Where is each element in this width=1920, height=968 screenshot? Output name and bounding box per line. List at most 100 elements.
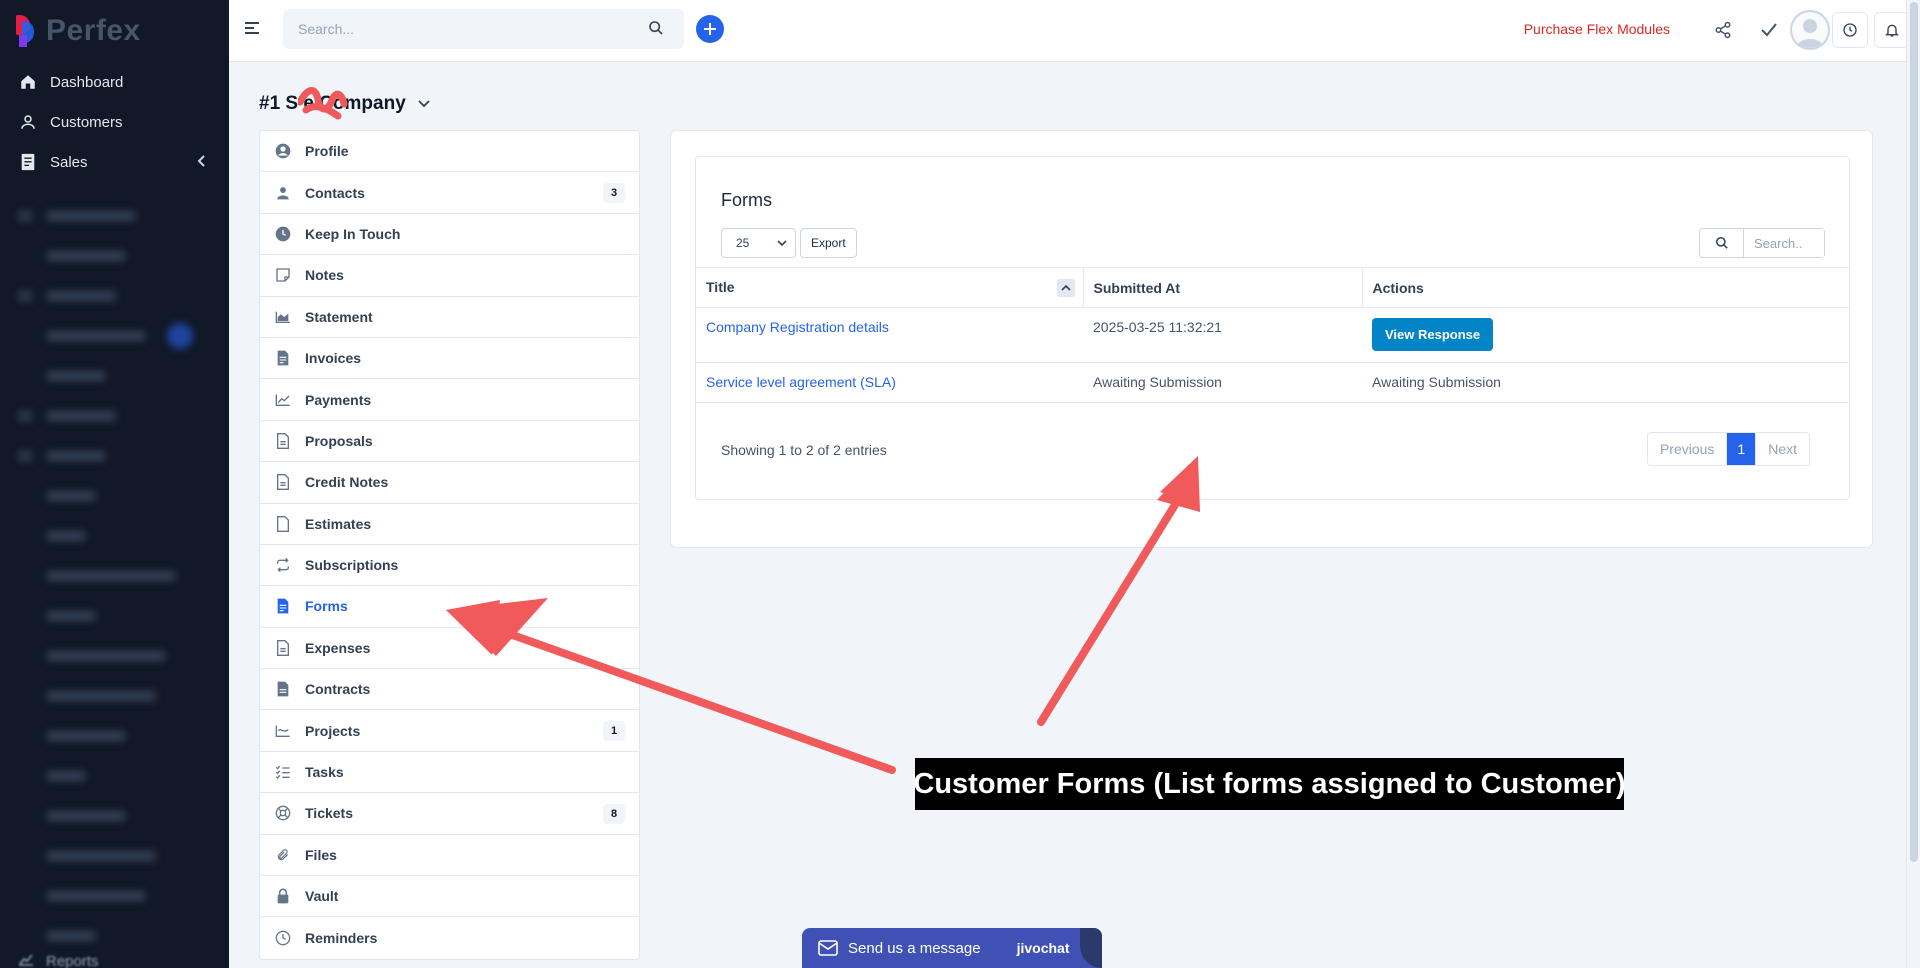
chart-icon [18, 952, 34, 968]
tab-label: Expenses [305, 640, 370, 656]
table-info: Showing 1 to 2 of 2 entries [721, 442, 887, 458]
top-bar: Purchase Flex Modules [229, 0, 1906, 62]
menu-toggle-icon[interactable] [245, 22, 259, 36]
tab-projects[interactable]: Projects 1 [260, 710, 639, 751]
forms-table: Title Submitted At Actions Company Regis… [696, 267, 1849, 403]
form-title-link[interactable]: Service level agreement (SLA) [706, 374, 896, 390]
clock-icon [274, 929, 292, 947]
column-header-title[interactable]: Title [696, 268, 1083, 308]
chevron-down-icon [777, 237, 787, 249]
share-icon[interactable] [1712, 19, 1734, 41]
chat-label: Send us a message [848, 940, 981, 957]
tab-credit-notes[interactable]: Credit Notes [260, 462, 639, 503]
perfex-logo-icon [16, 15, 38, 47]
export-button[interactable]: Export [800, 228, 857, 258]
view-response-button[interactable]: View Response [1372, 318, 1493, 351]
tab-estimates[interactable]: Estimates [260, 504, 639, 545]
column-header-submitted-at[interactable]: Submitted At [1083, 268, 1362, 308]
quick-create-button[interactable] [696, 15, 724, 43]
user-icon [274, 184, 292, 202]
chart-icon [274, 722, 292, 740]
sidebar-item-dashboard[interactable]: Dashboard [0, 62, 229, 102]
global-search [283, 9, 684, 49]
previous-page-button[interactable]: Previous [1648, 433, 1727, 465]
search-icon[interactable] [648, 20, 664, 41]
clock-icon [274, 225, 292, 243]
tab-tickets[interactable]: Tickets8 [260, 793, 639, 834]
tab-label: Proposals [305, 433, 373, 449]
logo[interactable]: Perfex [0, 0, 229, 62]
table-row: Service level agreement (SLA) Awaiting S… [696, 363, 1849, 403]
tab-label: Profile [305, 143, 349, 159]
file-outline-icon [274, 432, 292, 450]
line-chart-icon [274, 391, 292, 409]
page-1-button[interactable]: 1 [1727, 433, 1755, 465]
note-icon [274, 266, 292, 284]
tab-invoices[interactable]: Invoices [260, 338, 639, 379]
todo-check-icon[interactable] [1758, 19, 1780, 41]
tab-label: Projects [305, 723, 360, 739]
customer-tabs: Profile Contacts3 Keep In Touch Notes St… [259, 130, 640, 960]
tab-profile[interactable]: Profile [260, 131, 639, 172]
tab-contacts[interactable]: Contacts3 [260, 172, 639, 213]
purchase-flex-modules-link[interactable]: Purchase Flex Modules [1524, 21, 1670, 37]
sidebar-item-sales[interactable]: Sales [0, 142, 229, 182]
tab-label: Invoices [305, 350, 361, 366]
sidebar-item-reports[interactable]: Reports [0, 952, 229, 968]
page-length-select[interactable]: 25 [721, 228, 796, 258]
notifications-button[interactable] [1874, 12, 1910, 48]
user-icon [18, 112, 38, 132]
checklist-icon [274, 763, 292, 781]
sidebar-item-label: Sales [50, 154, 88, 171]
file-icon [274, 349, 292, 367]
app-name: Perfex [46, 14, 141, 48]
tab-tasks[interactable]: Tasks [260, 752, 639, 793]
column-label: Actions [1373, 280, 1424, 296]
tab-label: Notes [305, 267, 344, 283]
lock-icon [274, 887, 292, 905]
tab-payments[interactable]: Payments [260, 379, 639, 420]
timer-button[interactable] [1832, 12, 1868, 48]
page-scrollbar[interactable] [1906, 0, 1920, 968]
tab-keep-in-touch[interactable]: Keep In Touch [260, 214, 639, 255]
sort-ascending-icon[interactable] [1057, 279, 1075, 297]
tab-label: Tickets [305, 805, 353, 821]
clock-icon [1842, 22, 1858, 38]
global-search-input[interactable] [283, 9, 684, 49]
avatar[interactable] [1790, 10, 1830, 50]
column-label: Submitted At [1094, 280, 1181, 296]
chat-widget[interactable]: Send us a message jivochat [802, 928, 1102, 968]
tab-label: Credit Notes [305, 474, 388, 490]
sidebar-item-label: Dashboard [50, 74, 123, 91]
action-status: Awaiting Submission [1372, 374, 1501, 390]
annotation-callout: Customer Forms (List forms assigned to C… [915, 758, 1624, 810]
count-badge: 1 [603, 721, 625, 741]
tab-statement[interactable]: Statement [260, 297, 639, 338]
lifebuoy-icon [274, 804, 292, 822]
pagination: Previous 1 Next [1647, 432, 1810, 466]
next-page-button[interactable]: Next [1755, 433, 1809, 465]
count-badge: 3 [603, 183, 625, 203]
table-search [1699, 228, 1825, 258]
sidebar-item-customers[interactable]: Customers [0, 102, 229, 142]
search-icon[interactable] [1700, 229, 1744, 257]
tab-label: Files [305, 847, 337, 863]
table-search-input[interactable] [1744, 229, 1824, 257]
tab-label: Vault [305, 888, 338, 904]
tab-files[interactable]: Files [260, 835, 639, 876]
sidebar-item-label: Customers [50, 114, 123, 131]
tab-reminders[interactable]: Reminders [260, 917, 639, 958]
submitted-at: 2025-03-25 11:32:21 [1093, 319, 1222, 335]
tab-vault[interactable]: Vault [260, 876, 639, 917]
tab-contracts[interactable]: Contracts [260, 669, 639, 710]
tab-expenses[interactable]: Expenses [260, 628, 639, 669]
form-title-link[interactable]: Company Registration details [706, 319, 889, 335]
submitted-at: Awaiting Submission [1093, 374, 1222, 390]
tab-subscriptions[interactable]: Subscriptions [260, 545, 639, 586]
file-outline-icon [274, 515, 292, 533]
tab-notes[interactable]: Notes [260, 255, 639, 296]
chat-brand: jivochat [1017, 940, 1070, 956]
tab-forms[interactable]: Forms [260, 586, 639, 627]
chevron-left-icon [197, 154, 207, 170]
tab-proposals[interactable]: Proposals [260, 421, 639, 462]
